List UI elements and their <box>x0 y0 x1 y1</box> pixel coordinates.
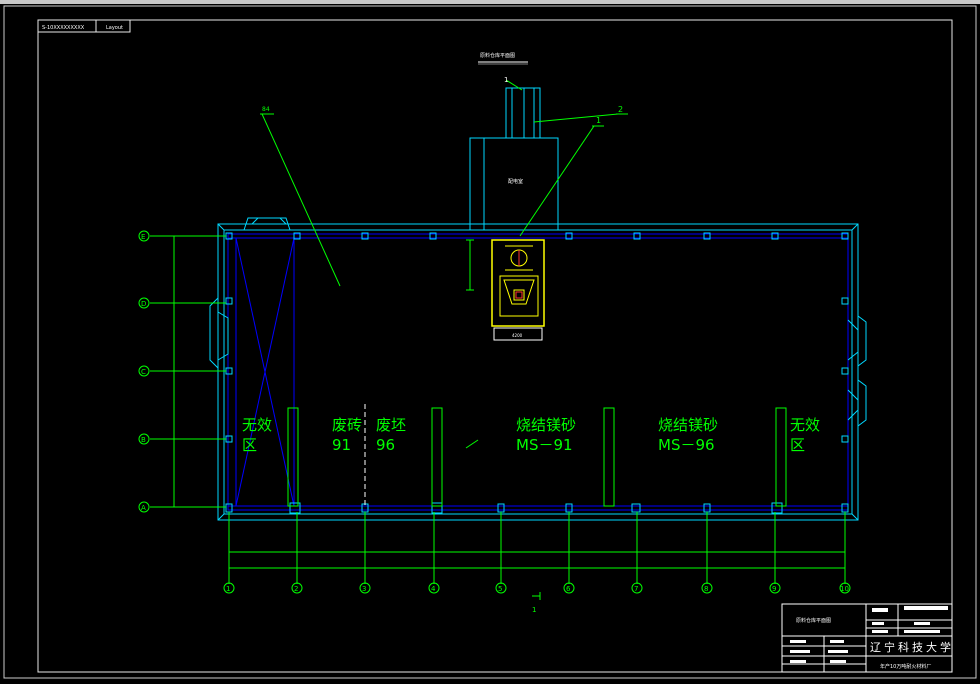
equipment-red-detail <box>515 250 523 299</box>
col-label-7: 7 <box>634 585 638 593</box>
col-axis-bubbles: 1 2 3 4 5 6 7 8 9 10 <box>223 582 851 594</box>
section-callout: 1 <box>532 606 536 614</box>
zone-invalid-left-1: 无效 <box>242 416 272 434</box>
zone-waste-blank-1: 废坯 <box>376 416 406 434</box>
zone-ms96-1: 烧结镁砂 <box>658 416 718 434</box>
zone-ms91-2: MS－91 <box>516 436 573 454</box>
zone-ms91-1: 烧结镁砂 <box>516 416 576 434</box>
row-axis-lines <box>150 235 226 508</box>
callout-1: 1 <box>596 116 601 125</box>
title-block-bars <box>790 606 948 663</box>
col-label-1: 1 <box>226 585 230 593</box>
row-label-c: C <box>141 368 146 376</box>
col-label-5: 5 <box>498 585 502 593</box>
zone-waste-blank-2: 96 <box>376 436 395 454</box>
drawing-border <box>37 19 953 673</box>
cad-drawing: S-10XXXXXXXXX Layout 原料仓库平面图 4200 配电室 84… <box>3 5 977 679</box>
row-label-b: B <box>141 436 146 444</box>
col-label-3: 3 <box>362 585 366 593</box>
callout-2: 2 <box>618 105 623 114</box>
callout-84: 84 <box>262 106 270 113</box>
bottom-columns <box>225 502 849 514</box>
callout-top: 1 <box>504 76 508 84</box>
invalid-zone-hatch <box>235 237 295 507</box>
outer-border <box>3 5 977 679</box>
tab-label: Layout <box>106 25 123 31</box>
col-axis-lines <box>228 512 846 584</box>
zone-invalid-right-1: 无效 <box>790 416 820 434</box>
row-axis-bubbles: E D C B A <box>138 230 150 513</box>
title-block <box>781 603 953 673</box>
file-label: S-10XXXXXXXXX <box>42 25 85 31</box>
room-label: 配电室 <box>508 178 523 185</box>
equipment-outline: 4200 <box>493 327 543 341</box>
col-label-8: 8 <box>704 585 708 593</box>
zone-waste-brick-2: 91 <box>332 436 351 454</box>
drawing-title: 原料仓库平面图 <box>480 52 515 59</box>
zone-ms96-2: MS－96 <box>658 436 715 454</box>
zone-invalid-right-2: 区 <box>790 436 805 454</box>
section-marker <box>532 592 541 600</box>
equipment-dims <box>466 239 474 291</box>
col-label-2: 2 <box>294 585 298 593</box>
col-label-4: 4 <box>431 585 436 593</box>
zone-labels: 无效 区 废砖 91 废坯 96 烧结镁砂 MS－91 烧结镁砂 MS－96 无… <box>242 416 820 454</box>
title-block-university: 辽宁科技大学 <box>870 640 954 654</box>
col-label-9: 9 <box>772 585 776 593</box>
svg-text:4200: 4200 <box>512 333 523 338</box>
title-block-drawing-name: 原料仓库平面图 <box>796 617 831 624</box>
row-label-d: D <box>141 300 146 308</box>
col-label-10: 10 <box>840 585 849 593</box>
col-label-6: 6 <box>566 585 571 593</box>
zone-waste-brick-1: 废砖 <box>332 416 362 434</box>
zone-invalid-left-2: 区 <box>242 436 257 454</box>
title-block-project: 年产10万吨耐火材料厂 <box>880 663 931 670</box>
row-label-e: E <box>141 233 145 241</box>
equipment-unit[interactable] <box>491 239 545 327</box>
row-label-a: A <box>141 504 146 512</box>
leader-lines <box>260 79 628 449</box>
top-columns <box>225 232 849 443</box>
